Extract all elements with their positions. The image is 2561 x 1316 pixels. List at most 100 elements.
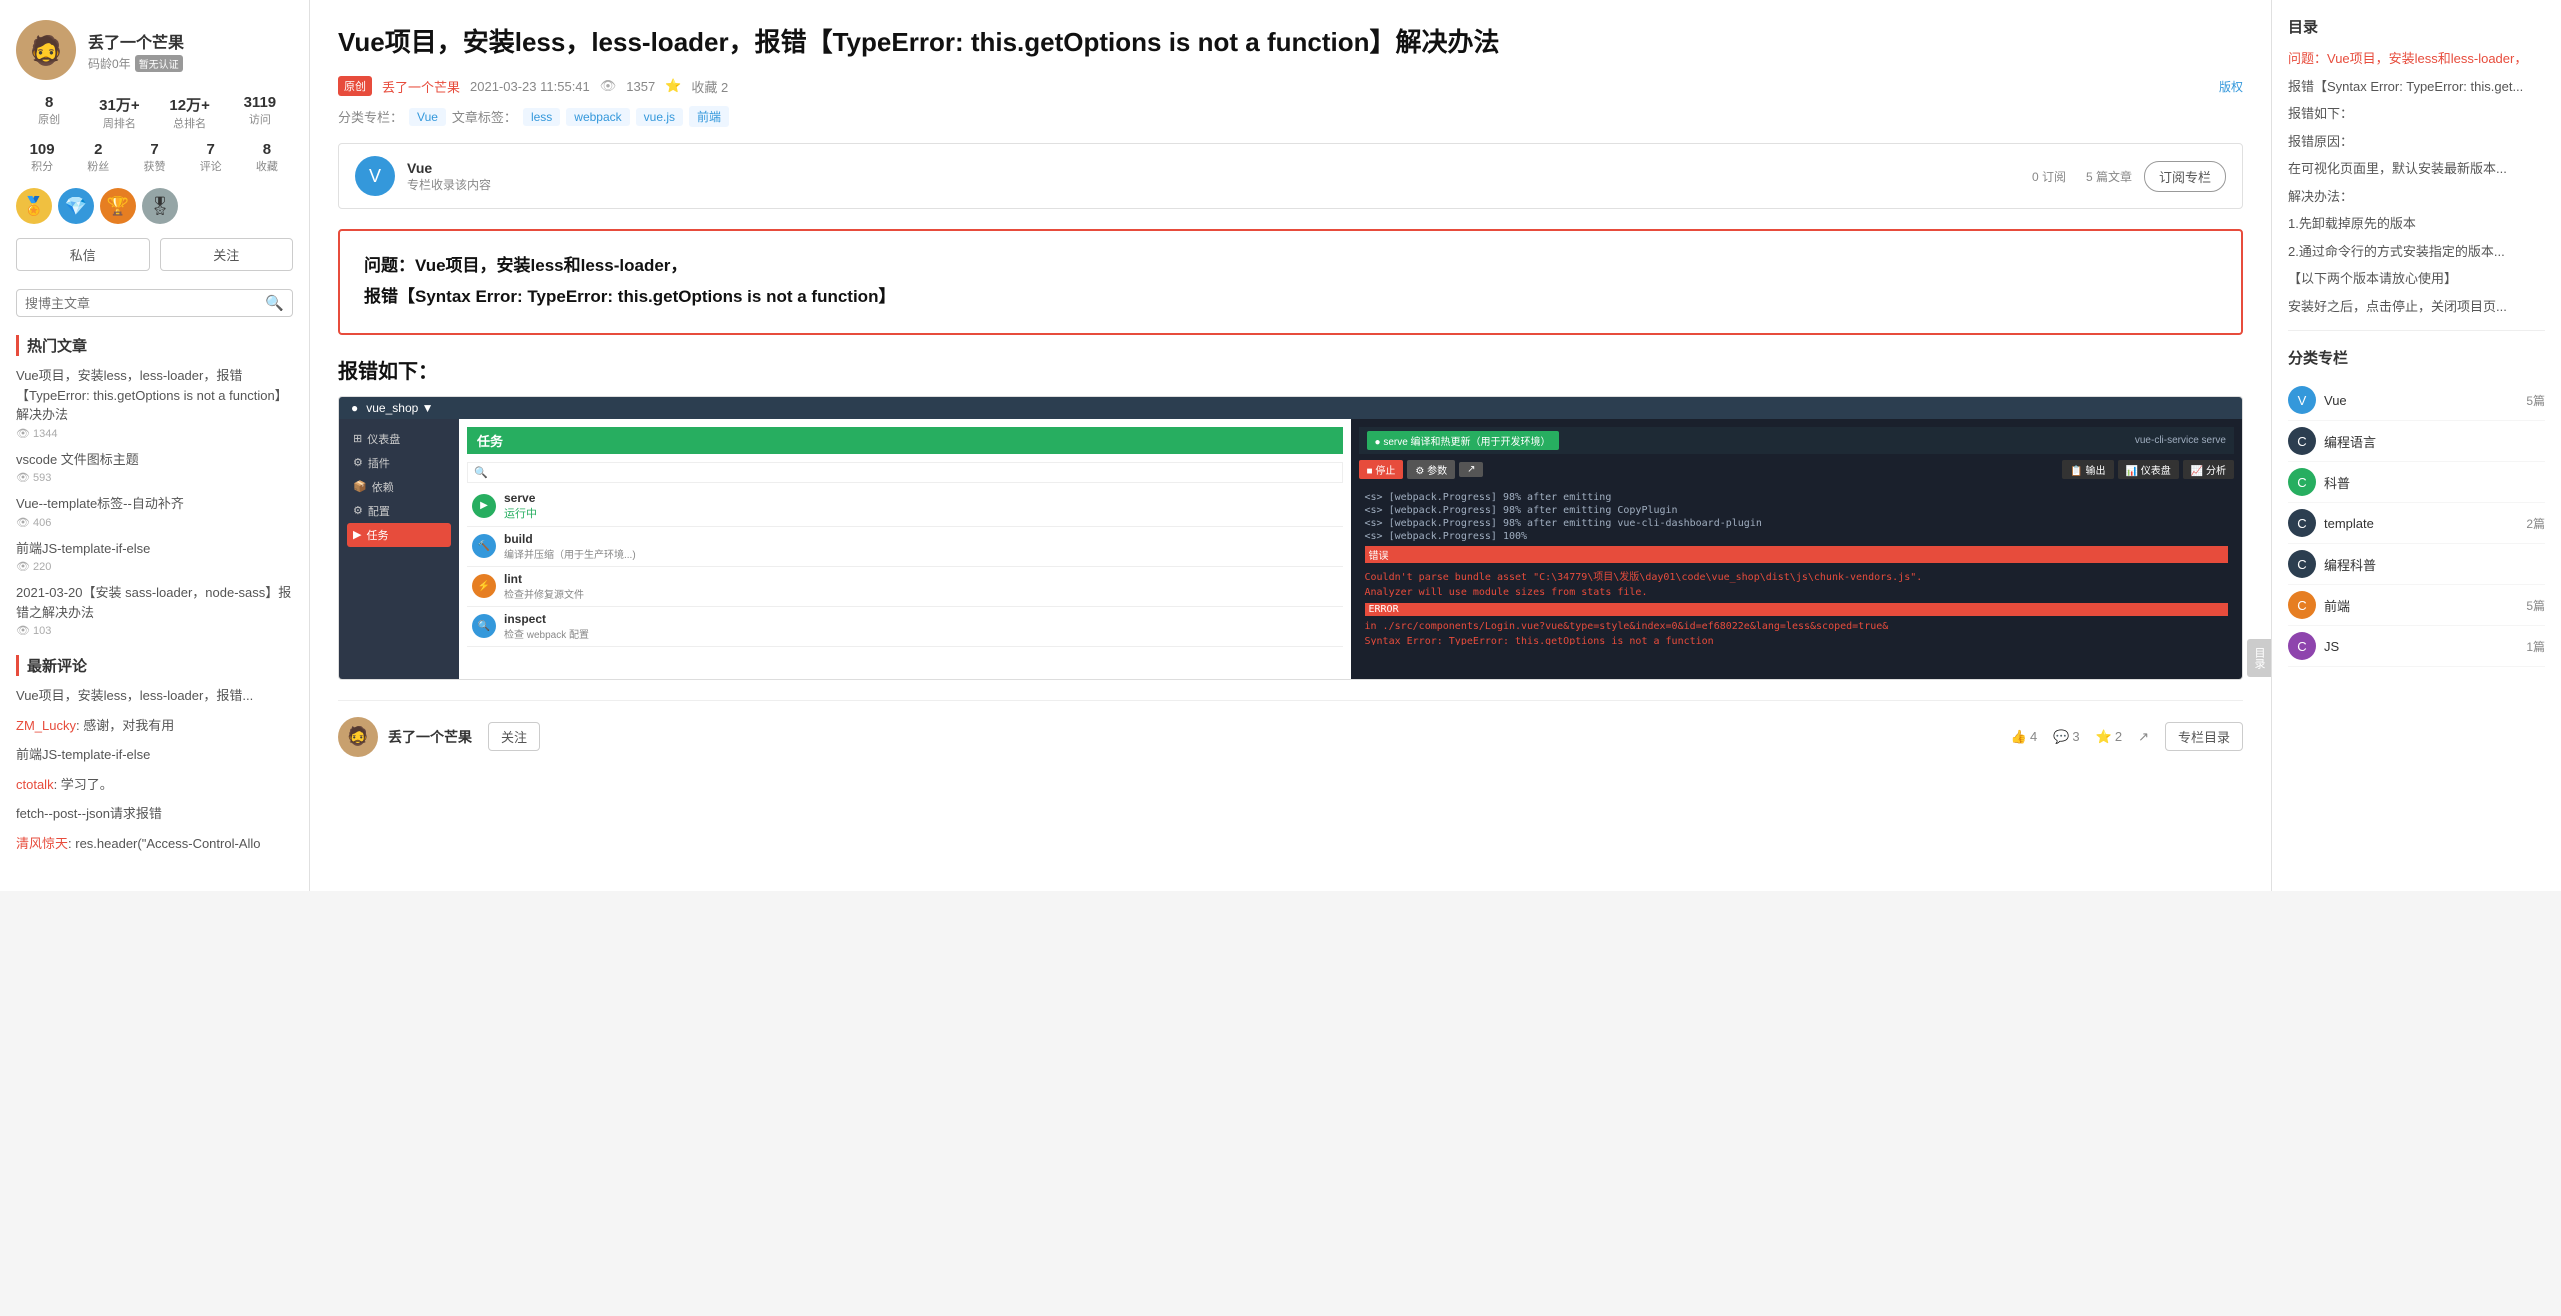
task-build-info: build 编译并压缩（用于生产环境...) <box>504 532 636 561</box>
bottom-follow-button[interactable]: 关注 <box>488 722 540 751</box>
hot-article-link-5[interactable]: 2021-03-20【安装 sass-loader，node-sass】报错之解… <box>16 585 291 620</box>
topbar-dot: ● <box>351 401 358 415</box>
config-icon: ⚙ <box>353 504 363 517</box>
classify-item-code-science[interactable]: C 编程科普 <box>2288 544 2545 585</box>
private-message-button[interactable]: 私信 <box>16 238 150 271</box>
params-button[interactable]: ⚙ 参数 <box>1407 460 1455 479</box>
error-badge-2: ERROR <box>1365 603 2229 616</box>
hot-article-link-3[interactable]: Vue--template标签--自动补齐 <box>16 496 184 511</box>
task-inspect[interactable]: 🔍 inspect 检查 webpack 配置 <box>467 607 1343 647</box>
classify-item-js[interactable]: C JS 1篇 <box>2288 626 2545 667</box>
specialist-banner: V Vue 专栏收录该内容 0 订阅 5 篇文章 订阅专栏 <box>338 143 2243 209</box>
nav-tasks[interactable]: ▶任务 <box>347 523 451 547</box>
toc-item-5[interactable]: 在可视化页面里，默认安装最新版本... <box>2288 159 2545 179</box>
classify-count-frontend: 5篇 <box>2526 597 2545 614</box>
hot-article-meta-5: 👁 103 <box>16 624 293 637</box>
classify-name-code-science: 编程科普 <box>2324 555 2537 574</box>
stat-total-rank: 12万+ 总排名 <box>157 94 223 131</box>
toc-item-7[interactable]: 1.先卸载掉原先的版本 <box>2288 214 2545 234</box>
toc-item-10[interactable]: 安装好之后，点击停止，关闭项目页... <box>2288 297 2545 317</box>
tag-link-less[interactable]: less <box>523 108 560 126</box>
classify-section: 分类专栏 V Vue 5篇 C 编程语言 C 科普 C template 2篇 … <box>2288 347 2545 667</box>
nav-dashboard[interactable]: ⊞仪表盘 <box>347 427 451 451</box>
comment-action[interactable]: 💬 3 <box>2053 729 2079 745</box>
toc-item-8[interactable]: 2.通过命令行的方式安装指定的版本... <box>2288 242 2545 262</box>
analyze-tab[interactable]: 📈 分析 <box>2183 460 2234 479</box>
toc-item-4[interactable]: 报错原因： <box>2288 132 2545 152</box>
task-lint-info: lint 检查并修复源文件 <box>504 572 584 601</box>
hot-article-link-4[interactable]: 前端JS-template-if-else <box>16 541 150 556</box>
lint-icon: ⚡ <box>472 574 496 598</box>
classify-icon-code-science: C <box>2288 550 2316 578</box>
classify-item-frontend[interactable]: C 前端 5篇 <box>2288 585 2545 626</box>
article-date: 2021-03-23 11:55:41 <box>470 79 590 94</box>
search-icon[interactable]: 🔍 <box>265 294 284 312</box>
task-search-input[interactable] <box>468 464 1342 482</box>
toc-item-3[interactable]: 报错如下： <box>2288 104 2545 124</box>
share-action[interactable]: ↗ <box>2138 729 2149 745</box>
error-line-1: Couldn't parse bundle asset "C:\34779\项目… <box>1365 566 2229 585</box>
task-build[interactable]: 🔨 build 编译并压缩（用于生产环境...) <box>467 527 1343 567</box>
hot-article-link-2[interactable]: vscode 文件图标主题 <box>16 452 139 467</box>
article-tags: 分类专栏： Vue 文章标签： less webpack vue.js 前端 <box>338 106 2243 127</box>
classify-count-template: 2篇 <box>2526 515 2545 532</box>
stop-button[interactable]: ■ 停止 <box>1359 460 1404 479</box>
inspect-icon: 🔍 <box>472 614 496 638</box>
toc-item-6[interactable]: 解决办法： <box>2288 187 2545 207</box>
specialist-desc: 专栏收录该内容 <box>407 176 491 193</box>
tag-link-vuejs[interactable]: vue.js <box>636 108 683 126</box>
like-action[interactable]: 👍 4 <box>2011 729 2037 745</box>
star-action[interactable]: ⭐ 2 <box>2096 729 2122 745</box>
specialist-info: Vue 专栏收录该内容 <box>407 160 491 193</box>
vue-ui-nav: ⊞仪表盘 ⚙插件 📦依赖 ⚙配置 ▶任务 <box>339 419 459 679</box>
tag-link-vue[interactable]: Vue <box>409 108 446 126</box>
toc-item-1[interactable]: 问题：Vue项目，安装less和less-loader， <box>2288 49 2545 69</box>
hot-article-meta-2: 👁 593 <box>16 471 293 484</box>
tag-link-webpack[interactable]: webpack <box>566 108 629 126</box>
classify-item-lang[interactable]: C 编程语言 <box>2288 421 2545 462</box>
open-button[interactable]: ↗ <box>1459 462 1483 477</box>
search-input[interactable] <box>25 296 265 311</box>
deps-icon: 📦 <box>353 480 367 493</box>
dashboard-tab[interactable]: 📊 仪表盘 <box>2118 460 2179 479</box>
error-line-3: in ./src/components/Login.vue?vue&type=s… <box>1365 619 2229 634</box>
follow-button[interactable]: 关注 <box>160 238 294 271</box>
classify-item-vue[interactable]: V Vue 5篇 <box>2288 380 2545 421</box>
task-serve-info: serve 运行中 <box>504 491 537 521</box>
hot-article-link-1[interactable]: Vue项目，安装less，less-loader，报错【TypeError: t… <box>16 368 288 422</box>
task-inspect-info: inspect 检查 webpack 配置 <box>504 612 589 641</box>
output-tab[interactable]: 📋 输出 <box>2062 460 2113 479</box>
stat-favorites: 8 收藏 <box>241 141 293 174</box>
right-sidebar: 目录 问题：Vue项目，安装less和less-loader， 报错【Synta… <box>2271 0 2561 891</box>
hot-article-meta-1: 👁 1344 <box>16 427 293 440</box>
toc-divider <box>2288 330 2545 331</box>
nav-plugins[interactable]: ⚙插件 <box>347 451 451 475</box>
toc-item-9[interactable]: 【以下两个版本请放心使用】 <box>2288 269 2545 289</box>
copyright-link[interactable]: 版权 <box>2219 78 2243 95</box>
hot-article-meta-4: 👁 220 <box>16 560 293 573</box>
bottom-author-name: 丢了一个芒果 <box>388 727 472 747</box>
classify-item-science[interactable]: C 科普 <box>2288 462 2545 503</box>
tag-link-frontend[interactable]: 前端 <box>689 106 729 127</box>
nav-config[interactable]: ⚙配置 <box>347 499 451 523</box>
edge-tab-catalog[interactable]: 目录 <box>2247 639 2271 677</box>
avatar: 🧔 <box>16 20 76 80</box>
nav-deps[interactable]: 📦依赖 <box>347 475 451 499</box>
star-count: 2 <box>2115 729 2122 744</box>
class-label: 分类专栏： <box>338 107 403 126</box>
subscribe-button[interactable]: 订阅专栏 <box>2144 161 2226 192</box>
catalog-button[interactable]: 专栏目录 <box>2165 722 2243 751</box>
plugins-icon: ⚙ <box>353 456 363 469</box>
error-badge: 错误 <box>1365 546 2229 563</box>
stat-original: 8 原创 <box>16 94 82 131</box>
serve-icon: ▶ <box>472 494 496 518</box>
vue-ui-tasks-panel: 任务 ▶ serve 运行中 🔨 build 编译并压缩（用于生产环境...) <box>459 419 1351 679</box>
vue-ui-output-panel: ● serve 编译和热更新（用于开发环境） vue-cli-service s… <box>1351 419 2243 679</box>
output-line-2: <s> [webpack.Progress] 98% after emittin… <box>1365 504 2229 517</box>
classify-item-template[interactable]: C template 2篇 <box>2288 503 2545 544</box>
toc-item-2[interactable]: 报错【Syntax Error: TypeError: this.get... <box>2288 77 2545 97</box>
rank-icon-2: 💎 <box>58 188 94 224</box>
task-lint[interactable]: ⚡ lint 检查并修复源文件 <box>467 567 1343 607</box>
task-serve[interactable]: ▶ serve 运行中 <box>467 486 1343 527</box>
author-link[interactable]: 丢了一个芒果 <box>382 77 460 96</box>
